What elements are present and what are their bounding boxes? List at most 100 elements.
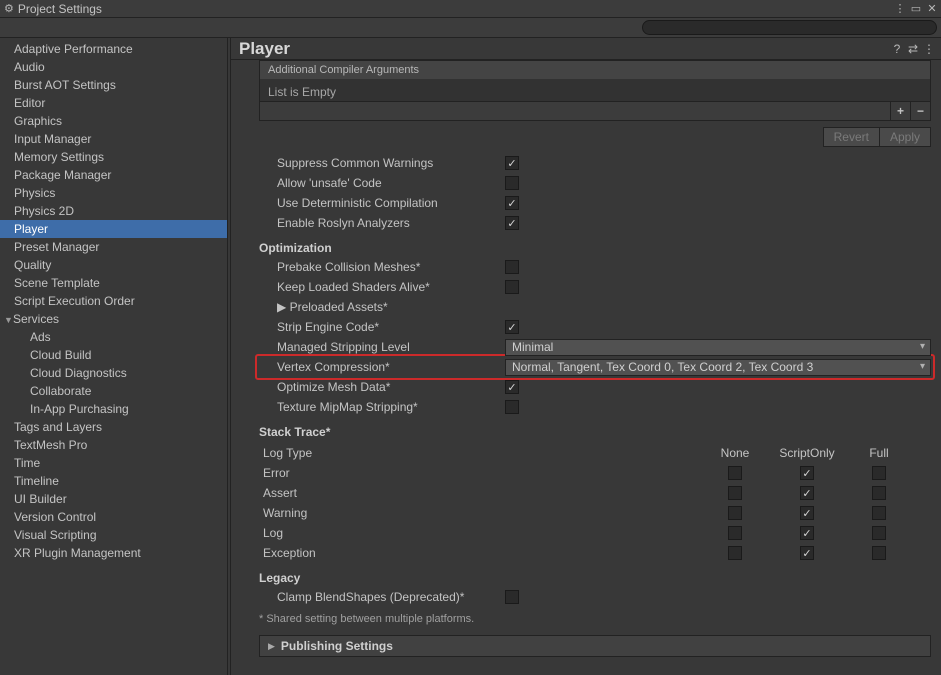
dropdown-vertex-compression[interactable]: Normal, Tangent, Tex Coord 0, Tex Coord …: [505, 359, 931, 376]
prop-allow-unsafe: Allow 'unsafe' Code: [259, 173, 931, 193]
sidebar-item-visual-scripting[interactable]: Visual Scripting: [0, 526, 227, 544]
checkbox-clamp-blendshapes[interactable]: [505, 590, 519, 604]
sidebar-item-label: Version Control: [14, 510, 96, 524]
sidebar-item-textmesh-pro[interactable]: TextMesh Pro: [0, 436, 227, 454]
sidebar-item-timeline[interactable]: Timeline: [0, 472, 227, 490]
checkbox-stack-exception-scriptonly[interactable]: [800, 546, 814, 560]
dropdown-stripping-level[interactable]: Minimal: [505, 339, 931, 356]
menu-icon[interactable]: ⋮: [893, 2, 907, 15]
sidebar-item-tags-and-layers[interactable]: Tags and Layers: [0, 418, 227, 436]
sidebar-item-audio[interactable]: Audio: [0, 58, 227, 76]
footnote: * Shared setting between multiple platfo…: [259, 613, 931, 625]
prop-vertex-compression: Vertex Compression* Normal, Tangent, Tex…: [259, 357, 931, 377]
chevron-down-icon: ▼: [4, 315, 13, 325]
section-optimization: Optimization: [259, 239, 931, 257]
sidebar-item-editor[interactable]: Editor: [0, 94, 227, 112]
sidebar-item-collaborate[interactable]: Collaborate: [0, 382, 227, 400]
sidebar-item-burst-aot-settings[interactable]: Burst AOT Settings: [0, 76, 227, 94]
revert-button[interactable]: Revert: [823, 127, 880, 147]
sidebar-item-memory-settings[interactable]: Memory Settings: [0, 148, 227, 166]
checkbox-deterministic[interactable]: [505, 196, 519, 210]
sidebar-item-label: Scene Template: [14, 276, 100, 290]
remove-button[interactable]: −: [910, 102, 930, 120]
revert-apply-row: Revert Apply: [259, 127, 931, 147]
label: Strip Engine Code*: [259, 320, 505, 334]
checkbox-stack-error-full[interactable]: [872, 466, 886, 480]
search-input[interactable]: [642, 20, 937, 35]
checkbox-stack-exception-full[interactable]: [872, 546, 886, 560]
add-button[interactable]: +: [890, 102, 910, 120]
sidebar-item-label: Cloud Build: [30, 348, 91, 362]
menu-icon[interactable]: ⋮: [921, 42, 937, 56]
label: Texture MipMap Stripping*: [259, 400, 505, 414]
log-type-header: Log Type: [259, 446, 699, 460]
checkbox-stack-log-full[interactable]: [872, 526, 886, 540]
stack-row-error: Error: [259, 463, 931, 483]
checkbox-stack-warning-full[interactable]: [872, 506, 886, 520]
sidebar-item-label: UI Builder: [14, 492, 67, 506]
sidebar-item-version-control[interactable]: Version Control: [0, 508, 227, 526]
sidebar-item-cloud-build[interactable]: Cloud Build: [0, 346, 227, 364]
sidebar-item-label: Preset Manager: [14, 240, 99, 254]
stack-row-log: Log: [259, 523, 931, 543]
checkbox-stack-log-none[interactable]: [728, 526, 742, 540]
help-icon[interactable]: ?: [889, 42, 905, 56]
sidebar-item-package-manager[interactable]: Package Manager: [0, 166, 227, 184]
sidebar-item-label: Adaptive Performance: [14, 42, 133, 56]
presets-icon[interactable]: ⇄: [905, 42, 921, 56]
checkbox-stack-log-scriptonly[interactable]: [800, 526, 814, 540]
checkbox-stack-assert-scriptonly[interactable]: [800, 486, 814, 500]
col-scriptonly: ScriptOnly: [771, 446, 843, 460]
sidebar-item-xr-plugin-management[interactable]: XR Plugin Management: [0, 544, 227, 562]
sidebar-item-label: Graphics: [14, 114, 62, 128]
sidebar-item-services[interactable]: ▼Services: [0, 310, 227, 328]
checkbox-roslyn[interactable]: [505, 216, 519, 230]
checkbox-suppress-warnings[interactable]: [505, 156, 519, 170]
sidebar-item-label: Burst AOT Settings: [14, 78, 116, 92]
sidebar-item-ui-builder[interactable]: UI Builder: [0, 490, 227, 508]
checkbox-stack-assert-full[interactable]: [872, 486, 886, 500]
sidebar-item-cloud-diagnostics[interactable]: Cloud Diagnostics: [0, 364, 227, 382]
checkbox-keep-shaders[interactable]: [505, 280, 519, 294]
checkbox-stack-error-none[interactable]: [728, 466, 742, 480]
sidebar-item-script-execution-order[interactable]: Script Execution Order: [0, 292, 227, 310]
prop-strip-engine: Strip Engine Code*: [259, 317, 931, 337]
minimize-icon[interactable]: ▭: [909, 2, 923, 15]
content-header: Player ? ⇄ ⋮: [231, 38, 941, 60]
sidebar-item-label: Package Manager: [14, 168, 111, 182]
checkbox-texture-mipmap[interactable]: [505, 400, 519, 414]
checkbox-stack-assert-none[interactable]: [728, 486, 742, 500]
sidebar-item-quality[interactable]: Quality: [0, 256, 227, 274]
toolbar: [0, 18, 941, 38]
checkbox-prebake[interactable]: [505, 260, 519, 274]
checkbox-allow-unsafe[interactable]: [505, 176, 519, 190]
close-icon[interactable]: ✕: [925, 2, 939, 15]
checkbox-stack-exception-none[interactable]: [728, 546, 742, 560]
sidebar-item-physics-2d[interactable]: Physics 2D: [0, 202, 227, 220]
sidebar-item-preset-manager[interactable]: Preset Manager: [0, 238, 227, 256]
sidebar-item-scene-template[interactable]: Scene Template: [0, 274, 227, 292]
checkbox-strip-engine[interactable]: [505, 320, 519, 334]
checkbox-optimize-mesh[interactable]: [505, 380, 519, 394]
sidebar-item-time[interactable]: Time: [0, 454, 227, 472]
list-empty-text: List is Empty: [268, 85, 336, 99]
apply-button[interactable]: Apply: [880, 127, 931, 147]
sidebar-item-player[interactable]: Player: [0, 220, 227, 238]
checkbox-stack-warning-scriptonly[interactable]: [800, 506, 814, 520]
sidebar-item-input-manager[interactable]: Input Manager: [0, 130, 227, 148]
sidebar-item-graphics[interactable]: Graphics: [0, 112, 227, 130]
prop-prebake: Prebake Collision Meshes*: [259, 257, 931, 277]
checkbox-stack-error-scriptonly[interactable]: [800, 466, 814, 480]
label: Suppress Common Warnings: [259, 156, 505, 170]
sidebar-item-adaptive-performance[interactable]: Adaptive Performance: [0, 40, 227, 58]
sidebar-item-label: Player: [14, 222, 48, 236]
prop-suppress-warnings: Suppress Common Warnings: [259, 153, 931, 173]
section-stack-trace: Stack Trace*: [259, 423, 931, 441]
checkbox-stack-warning-none[interactable]: [728, 506, 742, 520]
sidebar-item-ads[interactable]: Ads: [0, 328, 227, 346]
window-title: Project Settings: [18, 2, 891, 16]
prop-preloaded[interactable]: ▶ Preloaded Assets*: [259, 297, 931, 317]
sidebar-item-in-app-purchasing[interactable]: In-App Purchasing: [0, 400, 227, 418]
foldout-publishing-settings[interactable]: ▶ Publishing Settings: [259, 635, 931, 657]
sidebar-item-physics[interactable]: Physics: [0, 184, 227, 202]
